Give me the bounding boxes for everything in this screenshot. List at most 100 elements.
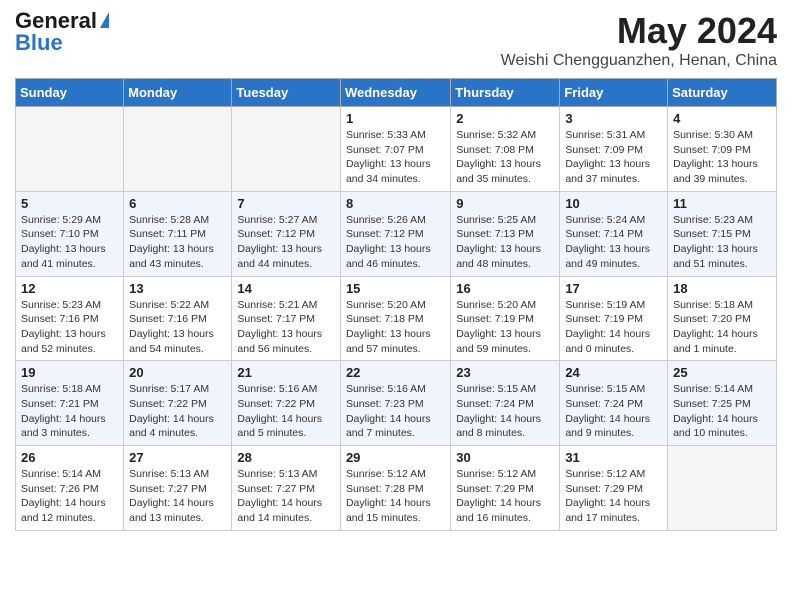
day-number: 28	[237, 450, 335, 465]
day-cell-1: 1 Sunrise: 5:33 AMSunset: 7:07 PMDaylight…	[340, 107, 450, 192]
day-info: Sunrise: 5:18 AMSunset: 7:21 PMDaylight:…	[21, 382, 118, 441]
logo-blue-text: Blue	[15, 32, 109, 54]
day-info: Sunrise: 5:14 AMSunset: 7:25 PMDaylight:…	[673, 382, 771, 441]
day-number: 16	[456, 281, 554, 296]
day-number: 24	[565, 365, 662, 380]
day-info: Sunrise: 5:22 AMSunset: 7:16 PMDaylight:…	[129, 298, 226, 357]
day-number: 20	[129, 365, 226, 380]
day-number: 1	[346, 111, 445, 126]
day-info: Sunrise: 5:20 AMSunset: 7:18 PMDaylight:…	[346, 298, 445, 357]
location-subtitle: Weishi Chengguanzhen, Henan, China	[501, 52, 777, 70]
day-cell-11: 11Sunrise: 5:23 AMSunset: 7:15 PMDayligh…	[668, 191, 777, 276]
day-cell-23: 23Sunrise: 5:15 AMSunset: 7:24 PMDayligh…	[451, 361, 560, 446]
day-number: 2	[456, 111, 554, 126]
day-cell-31: 31Sunrise: 5:12 AMSunset: 7:29 PMDayligh…	[560, 446, 668, 531]
day-info: Sunrise: 5:12 AMSunset: 7:29 PMDaylight:…	[456, 467, 554, 526]
day-cell-17: 17Sunrise: 5:19 AMSunset: 7:19 PMDayligh…	[560, 276, 668, 361]
day-cell-7: 7Sunrise: 5:27 AMSunset: 7:12 PMDaylight…	[232, 191, 341, 276]
day-info: Sunrise: 5:31 AMSunset: 7:09 PMDaylight:…	[565, 128, 662, 187]
day-number: 6	[129, 196, 226, 211]
day-number: 8	[346, 196, 445, 211]
day-number: 5	[21, 196, 118, 211]
day-info: Sunrise: 5:29 AMSunset: 7:10 PMDaylight:…	[21, 213, 118, 272]
day-cell-30: 30 Sunrise: 5:12 AMSunset: 7:29 PMDayligh…	[451, 446, 560, 531]
day-cell-5: 5 Sunrise: 5:29 AMSunset: 7:10 PMDaylight…	[16, 191, 124, 276]
day-info: Sunrise: 5:15 AMSunset: 7:24 PMDaylight:…	[565, 382, 662, 441]
day-info: Sunrise: 5:23 AMSunset: 7:15 PMDaylight:…	[673, 213, 771, 272]
week-row-3: 12 Sunrise: 5:23 AMSunset: 7:16 PMDayligh…	[16, 276, 777, 361]
day-cell-18: 18Sunrise: 5:18 AMSunset: 7:20 PMDayligh…	[668, 276, 777, 361]
day-info: Sunrise: 5:28 AMSunset: 7:11 PMDaylight:…	[129, 213, 226, 272]
day-number: 4	[673, 111, 771, 126]
title-section: May 2024 Weishi Chengguanzhen, Henan, Ch…	[501, 10, 777, 70]
calendar-header-row: SundayMondayTuesdayWednesdayThursdayFrid…	[16, 79, 777, 107]
day-cell-15: 15 Sunrise: 5:20 AMSunset: 7:18 PMDayligh…	[340, 276, 450, 361]
day-number: 13	[129, 281, 226, 296]
day-cell-10: 10 Sunrise: 5:24 AMSunset: 7:14 PMDayligh…	[560, 191, 668, 276]
day-info: Sunrise: 5:33 AMSunset: 7:07 PMDaylight:…	[346, 128, 445, 187]
day-info: Sunrise: 5:24 AMSunset: 7:14 PMDaylight:…	[565, 213, 662, 272]
day-cell-19: 19 Sunrise: 5:18 AMSunset: 7:21 PMDayligh…	[16, 361, 124, 446]
day-number: 7	[237, 196, 335, 211]
day-info: Sunrise: 5:25 AMSunset: 7:13 PMDaylight:…	[456, 213, 554, 272]
day-cell-4: 4 Sunrise: 5:30 AMSunset: 7:09 PMDaylight…	[668, 107, 777, 192]
day-header-sunday: Sunday	[16, 79, 124, 107]
day-info: Sunrise: 5:30 AMSunset: 7:09 PMDaylight:…	[673, 128, 771, 187]
day-number: 15	[346, 281, 445, 296]
day-cell-12: 12 Sunrise: 5:23 AMSunset: 7:16 PMDayligh…	[16, 276, 124, 361]
day-number: 3	[565, 111, 662, 126]
day-cell-6: 6 Sunrise: 5:28 AMSunset: 7:11 PMDaylight…	[124, 191, 232, 276]
day-number: 19	[21, 365, 118, 380]
day-number: 26	[21, 450, 118, 465]
day-cell-21: 21 Sunrise: 5:16 AMSunset: 7:22 PMDayligh…	[232, 361, 341, 446]
day-info: Sunrise: 5:23 AMSunset: 7:16 PMDaylight:…	[21, 298, 118, 357]
day-info: Sunrise: 5:15 AMSunset: 7:24 PMDaylight:…	[456, 382, 554, 441]
day-info: Sunrise: 5:32 AMSunset: 7:08 PMDaylight:…	[456, 128, 554, 187]
day-number: 27	[129, 450, 226, 465]
day-number: 29	[346, 450, 445, 465]
day-info: Sunrise: 5:12 AMSunset: 7:28 PMDaylight:…	[346, 467, 445, 526]
day-info: Sunrise: 5:21 AMSunset: 7:17 PMDaylight:…	[237, 298, 335, 357]
month-year-title: May 2024	[501, 10, 777, 52]
day-info: Sunrise: 5:16 AMSunset: 7:23 PMDaylight:…	[346, 382, 445, 441]
empty-cell	[232, 107, 341, 192]
week-row-2: 5 Sunrise: 5:29 AMSunset: 7:10 PMDaylight…	[16, 191, 777, 276]
day-cell-25: 25Sunrise: 5:14 AMSunset: 7:25 PMDayligh…	[668, 361, 777, 446]
day-cell-26: 26 Sunrise: 5:14 AMSunset: 7:26 PMDayligh…	[16, 446, 124, 531]
logo: General Blue	[15, 10, 109, 54]
empty-cell	[124, 107, 232, 192]
day-info: Sunrise: 5:13 AMSunset: 7:27 PMDaylight:…	[237, 467, 335, 526]
day-number: 9	[456, 196, 554, 211]
day-cell-14: 14Sunrise: 5:21 AMSunset: 7:17 PMDayligh…	[232, 276, 341, 361]
logo-triangle-icon	[100, 12, 109, 28]
day-cell-16: 16Sunrise: 5:20 AMSunset: 7:19 PMDayligh…	[451, 276, 560, 361]
day-number: 22	[346, 365, 445, 380]
day-number: 21	[237, 365, 335, 380]
day-header-saturday: Saturday	[668, 79, 777, 107]
day-cell-20: 20 Sunrise: 5:17 AMSunset: 7:22 PMDayligh…	[124, 361, 232, 446]
day-cell-9: 9 Sunrise: 5:25 AMSunset: 7:13 PMDaylight…	[451, 191, 560, 276]
day-cell-22: 22 Sunrise: 5:16 AMSunset: 7:23 PMDayligh…	[340, 361, 450, 446]
day-cell-8: 8Sunrise: 5:26 AMSunset: 7:12 PMDaylight…	[340, 191, 450, 276]
day-number: 12	[21, 281, 118, 296]
week-row-1: 1 Sunrise: 5:33 AMSunset: 7:07 PMDaylight…	[16, 107, 777, 192]
day-number: 30	[456, 450, 554, 465]
day-info: Sunrise: 5:16 AMSunset: 7:22 PMDaylight:…	[237, 382, 335, 441]
day-info: Sunrise: 5:13 AMSunset: 7:27 PMDaylight:…	[129, 467, 226, 526]
week-row-5: 26 Sunrise: 5:14 AMSunset: 7:26 PMDayligh…	[16, 446, 777, 531]
empty-cell	[16, 107, 124, 192]
day-cell-3: 3 Sunrise: 5:31 AMSunset: 7:09 PMDaylight…	[560, 107, 668, 192]
day-cell-27: 27 Sunrise: 5:13 AMSunset: 7:27 PMDayligh…	[124, 446, 232, 531]
page-header: General Blue May 2024 Weishi Chengguanzh…	[15, 10, 777, 70]
week-row-4: 19 Sunrise: 5:18 AMSunset: 7:21 PMDayligh…	[16, 361, 777, 446]
day-cell-2: 2 Sunrise: 5:32 AMSunset: 7:08 PMDaylight…	[451, 107, 560, 192]
empty-cell	[668, 446, 777, 531]
logo-general-text: General	[15, 10, 97, 32]
day-header-tuesday: Tuesday	[232, 79, 341, 107]
day-cell-24: 24 Sunrise: 5:15 AMSunset: 7:24 PMDayligh…	[560, 361, 668, 446]
day-number: 17	[565, 281, 662, 296]
day-info: Sunrise: 5:17 AMSunset: 7:22 PMDaylight:…	[129, 382, 226, 441]
day-cell-28: 28 Sunrise: 5:13 AMSunset: 7:27 PMDayligh…	[232, 446, 341, 531]
day-number: 10	[565, 196, 662, 211]
day-info: Sunrise: 5:14 AMSunset: 7:26 PMDaylight:…	[21, 467, 118, 526]
